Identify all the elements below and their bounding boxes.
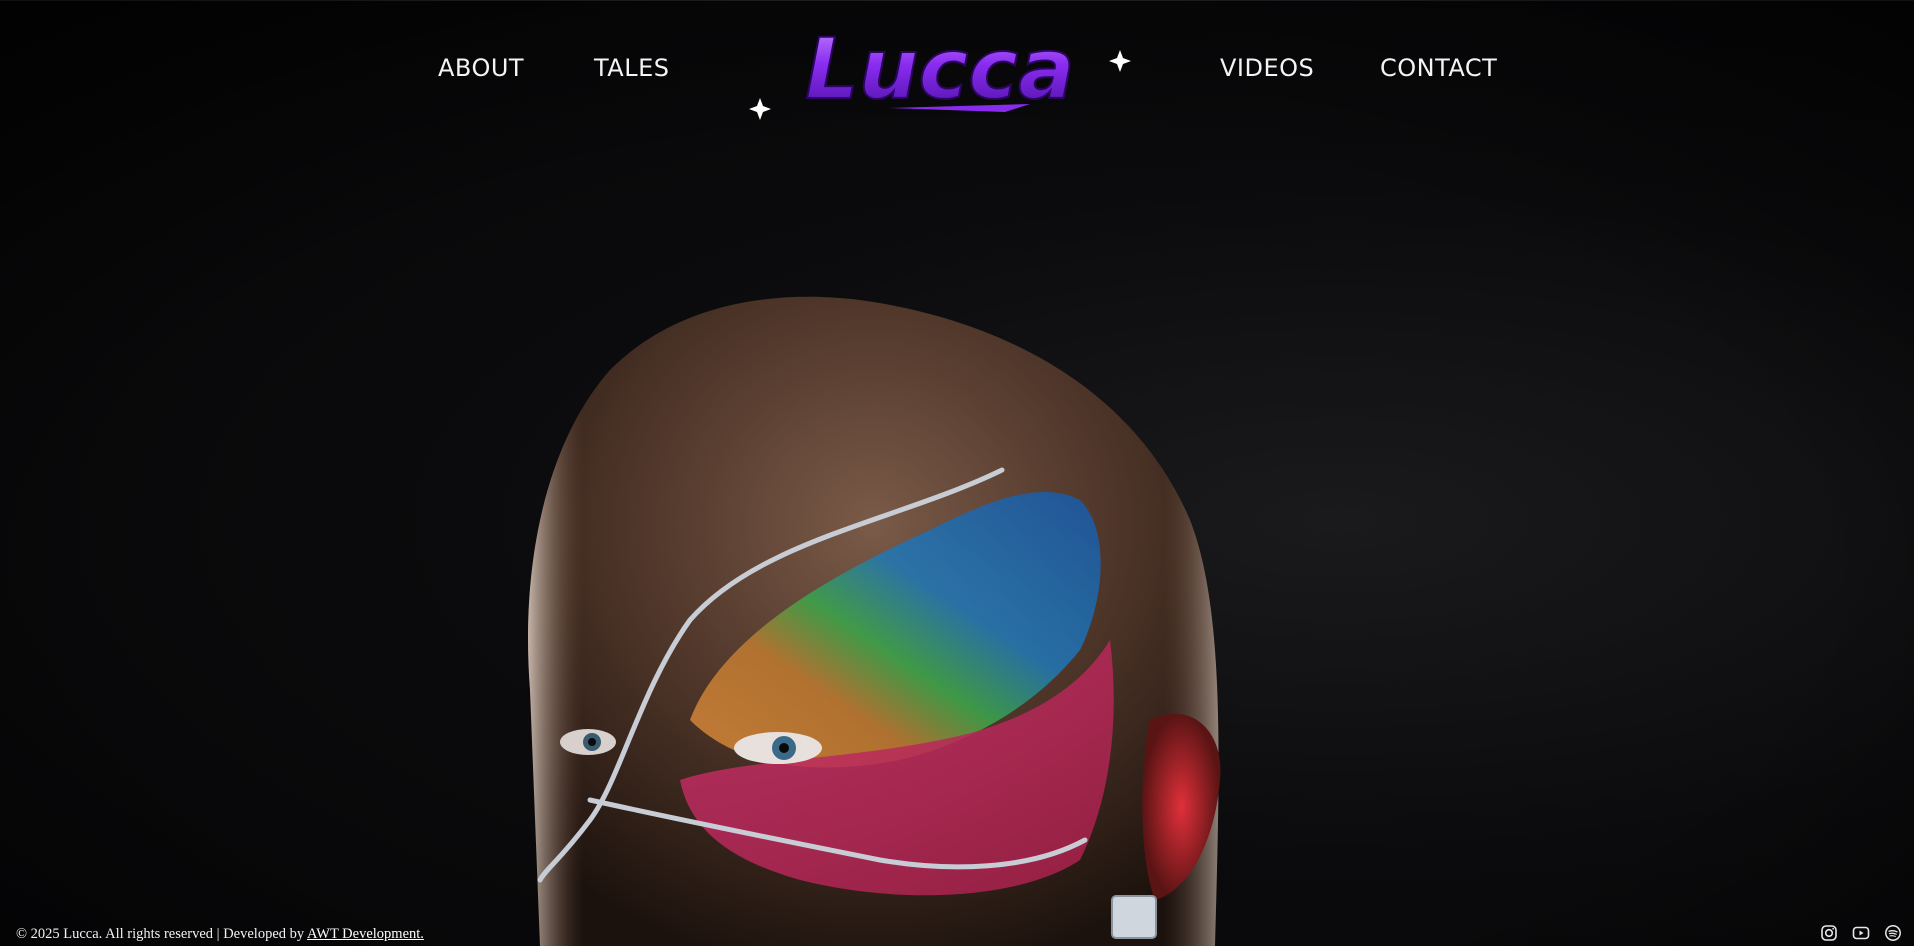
logo-graphic: Lucca — [749, 19, 1131, 120]
logo[interactable]: Lucca — [740, 19, 1140, 120]
footer-copyright: © 2025 Lucca. All rights reserved | Deve… — [16, 926, 307, 942]
nav-videos[interactable]: VIDEOS — [1220, 54, 1314, 82]
spotify-icon[interactable] — [1884, 924, 1902, 942]
youtube-icon[interactable] — [1852, 924, 1870, 942]
nav-contact[interactable]: CONTACT — [1380, 54, 1497, 82]
nav-about[interactable]: ABOUT — [438, 54, 524, 82]
page: ABOUT TALES Lucca VIDEOS CONTACT © 2025 … — [0, 0, 1914, 946]
hero-image — [0, 0, 1914, 946]
footer: © 2025 Lucca. All rights reserved | Deve… — [16, 926, 424, 943]
logo-text: Lucca — [805, 20, 1075, 118]
nav-tales[interactable]: TALES — [594, 54, 669, 82]
instagram-icon[interactable] — [1820, 924, 1838, 942]
developer-link[interactable]: AWT Development. — [307, 926, 424, 942]
